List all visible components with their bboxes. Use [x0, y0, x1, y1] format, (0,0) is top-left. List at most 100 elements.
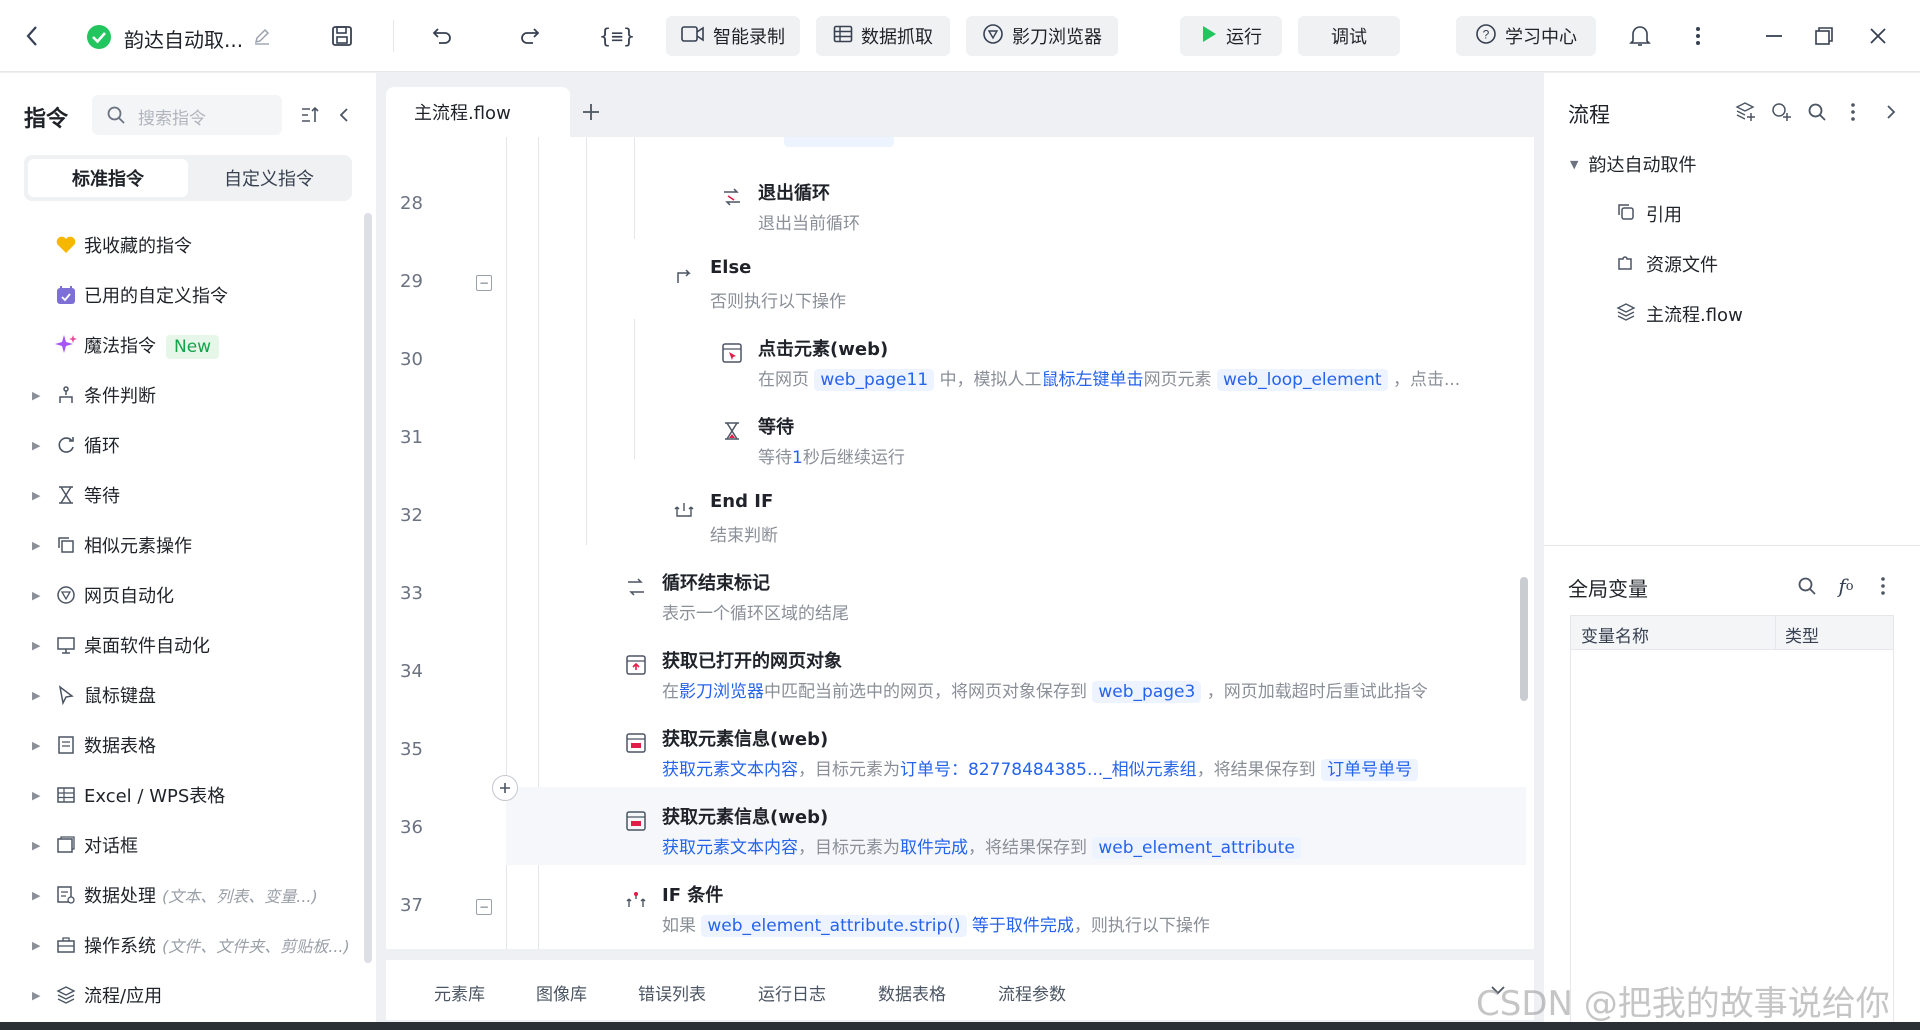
tab-element-library[interactable]: 元素库	[434, 980, 485, 1005]
function-icon[interactable]: fo	[1832, 573, 1860, 599]
category-flow-app[interactable]: ▶ 流程/应用	[0, 970, 360, 1020]
param-link[interactable]: 等于取件完成	[972, 916, 1074, 936]
statement-click-element[interactable]: 点击元素(web) 在网页 web_page11 中，模拟人工鼠标左键单击网页元…	[720, 335, 1520, 395]
editor-scrollbar[interactable]	[1520, 577, 1528, 701]
close-icon[interactable]	[1864, 22, 1892, 50]
tab-flow-params[interactable]: 流程参数	[998, 980, 1066, 1005]
add-tab-icon[interactable]	[578, 99, 604, 125]
statement-end-if[interactable]: End IF 结束判断	[672, 491, 1452, 551]
param-link[interactable]: 取件完成	[900, 838, 968, 858]
collapse-right-panel-icon[interactable]	[1882, 99, 1900, 125]
add-flow-icon[interactable]	[1732, 99, 1758, 125]
tab-main-flow[interactable]: 主流程.flow	[386, 87, 570, 137]
tab-error-list[interactable]: 错误列表	[638, 980, 706, 1005]
expand-arrow-icon: ▶	[32, 888, 41, 902]
category-os[interactable]: ▶ 操作系统 (文件、文件夹、剪贴板...)	[0, 920, 360, 970]
search-icon[interactable]	[1794, 573, 1820, 599]
add-module-icon[interactable]	[1768, 99, 1794, 125]
collapse-panel-icon[interactable]	[334, 103, 354, 127]
statement-if[interactable]: IF 条件 如果 web_element_attribute.strip() 等…	[624, 881, 1504, 941]
minimize-icon[interactable]	[1760, 22, 1788, 50]
param-link[interactable]: 订单号：82778484385..._相似元素组	[900, 760, 1197, 780]
statement-else[interactable]: Else 否则执行以下操作	[672, 257, 1452, 317]
category-loop[interactable]: ▶ 循环	[0, 420, 360, 470]
back-icon[interactable]	[20, 22, 44, 50]
variable-tag[interactable]: web_element_attribute.strip()	[701, 915, 967, 937]
insert-step-button[interactable]	[492, 775, 518, 801]
statement-wait[interactable]: 等待 等待1秒后继续运行	[720, 413, 1500, 473]
tab-image-library[interactable]: 图像库	[536, 980, 587, 1005]
bell-icon[interactable]	[1626, 22, 1654, 50]
hourglass-icon	[54, 483, 78, 507]
edit-pencil-icon[interactable]	[252, 26, 272, 46]
category-datatable[interactable]: ▶ 数据表格	[0, 720, 360, 770]
search-icon[interactable]	[1804, 99, 1830, 125]
param-link[interactable]: 1	[792, 448, 803, 468]
fold-toggle-icon[interactable]: −	[476, 275, 492, 291]
param-link[interactable]: 鼠标左键单击	[1042, 370, 1144, 390]
param-link[interactable]: 获取元素文本内容	[662, 838, 798, 858]
category-wait[interactable]: ▶ 等待	[0, 470, 360, 520]
undo-icon[interactable]	[428, 22, 456, 50]
used-custom-item[interactable]: 已用的自定义指令	[0, 270, 360, 320]
magic-text: 魔法指令	[84, 336, 156, 357]
param-link[interactable]: 影刀浏览器	[679, 682, 764, 702]
more-vertical-icon[interactable]	[1846, 99, 1860, 125]
variables-braces-icon[interactable]: {≡}	[599, 22, 635, 50]
category-web[interactable]: ▶ 网页自动化	[0, 570, 360, 620]
expand-arrow-icon: ▶	[32, 588, 41, 602]
more-vertical-icon[interactable]	[1876, 573, 1890, 599]
tree-item-main-flow[interactable]: 主流程.flow	[1616, 301, 1743, 327]
redo-icon[interactable]	[516, 22, 544, 50]
tab-custom[interactable]: 自定义指令	[190, 159, 348, 197]
line-number: 32	[400, 505, 423, 526]
project-name[interactable]: 韵达自动取...	[124, 24, 243, 53]
left-scrollbar[interactable]	[364, 213, 372, 963]
variable-tag[interactable]: web_element_attribute	[1092, 837, 1301, 859]
data-capture-button[interactable]: 数据抓取	[816, 16, 950, 56]
tab-run-log[interactable]: 运行日志	[758, 980, 826, 1005]
statement-exit-loop[interactable]: 退出循环 退出当前循环	[720, 179, 1500, 239]
category-condition[interactable]: ▶ 条件判断	[0, 370, 360, 420]
variable-tag[interactable]: web_page11	[814, 369, 935, 391]
tree-root-project[interactable]: ▼ 韵达自动取件	[1570, 151, 1696, 177]
plus-icon	[500, 783, 510, 793]
tree-item-resources[interactable]: 资源文件	[1616, 251, 1718, 277]
element-info-icon	[624, 809, 648, 833]
expand-arrow-icon: ▶	[32, 938, 41, 952]
statement-loop-end[interactable]: 循环结束标记 表示一个循环区域的结尾	[624, 569, 1404, 629]
restore-icon[interactable]	[1810, 22, 1838, 50]
tab-data-table[interactable]: 数据表格	[878, 980, 946, 1005]
category-data-processing[interactable]: ▶ 数据处理 (文本、列表、变量...)	[0, 870, 360, 920]
sort-icon[interactable]	[298, 103, 322, 127]
browser-button[interactable]: 影刀浏览器	[966, 16, 1118, 56]
debug-button[interactable]: 调试	[1298, 16, 1400, 56]
param-link[interactable]: 获取元素文本内容	[662, 760, 798, 780]
more-vertical-icon[interactable]	[1688, 22, 1708, 50]
variable-tag[interactable]: web_loop_element	[1216, 369, 1388, 391]
statement-get-webpage[interactable]: 获取已打开的网页对象 在影刀浏览器中匹配当前选中的网页，将网页对象保存到 web…	[624, 647, 1504, 707]
fold-toggle-icon[interactable]: −	[476, 899, 492, 915]
category-similar[interactable]: ▶ 相似元素操作	[0, 520, 360, 570]
end-if-icon	[672, 497, 696, 521]
search-input[interactable]: 搜索指令	[92, 95, 282, 135]
magic-item[interactable]: 魔法指令 New	[0, 320, 360, 370]
category-mouse-keyboard[interactable]: ▶ 鼠标键盘	[0, 670, 360, 720]
statement-get-element-info[interactable]: 获取元素信息(web) 获取元素文本内容，目标元素为订单号：8277848438…	[624, 725, 1504, 785]
category-excel[interactable]: ▶ Excel / WPS表格	[0, 770, 360, 820]
data-capture-label: 数据抓取	[861, 27, 933, 48]
run-button[interactable]: 运行	[1180, 16, 1282, 56]
save-icon[interactable]	[328, 22, 356, 50]
video-camera-icon	[681, 25, 705, 48]
expand-arrow-icon: ▶	[32, 738, 41, 752]
variable-tag[interactable]: 订单号单号	[1321, 759, 1419, 781]
category-desktop[interactable]: ▶ 桌面软件自动化	[0, 620, 360, 670]
variable-tag[interactable]: web_page3	[1092, 681, 1202, 703]
smart-record-button[interactable]: 智能录制	[666, 16, 800, 56]
tree-item-reference[interactable]: 引用	[1616, 201, 1682, 227]
category-dialog[interactable]: ▶ 对话框	[0, 820, 360, 870]
favorites-item[interactable]: 我收藏的指令	[0, 220, 360, 270]
learning-center-button[interactable]: ? 学习中心	[1456, 16, 1596, 56]
statement-get-element-info[interactable]: 获取元素信息(web) 获取元素文本内容，目标元素为取件完成，将结果保存到 we…	[624, 803, 1504, 863]
tab-standard[interactable]: 标准指令	[28, 159, 188, 197]
